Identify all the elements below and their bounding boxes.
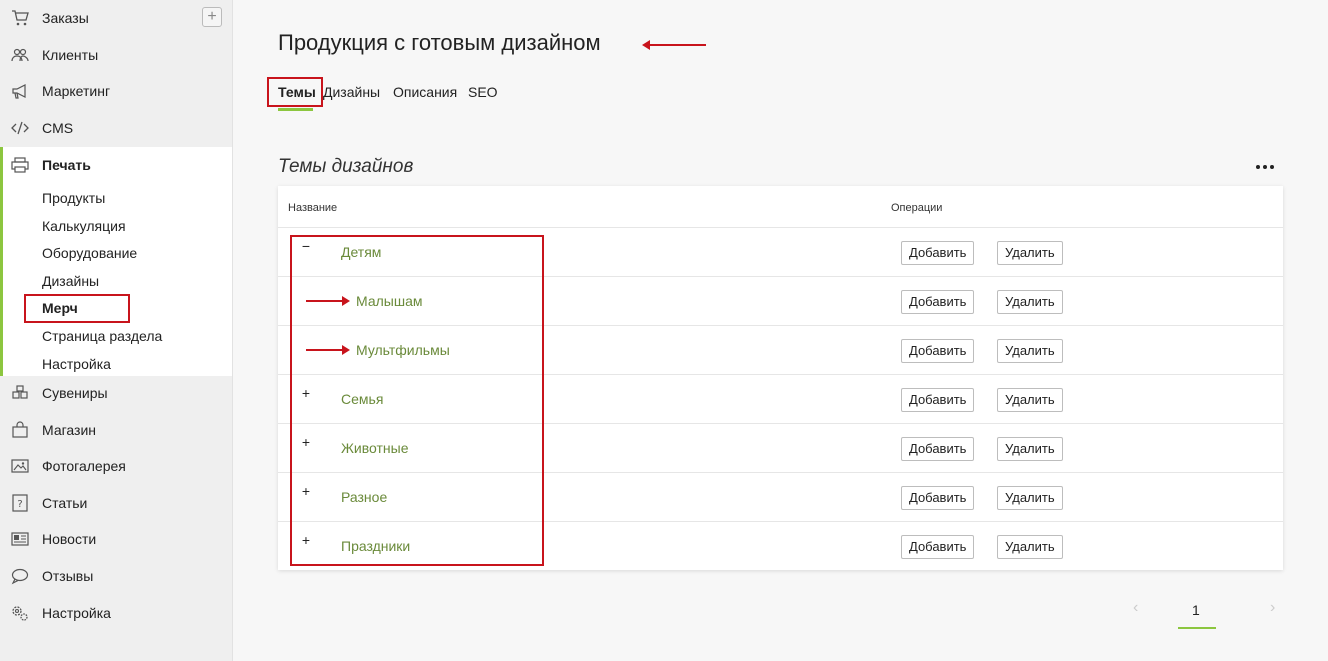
section-title: Темы дизайнов	[278, 156, 414, 177]
table-row: − Детям Добавить Удалить	[278, 227, 1283, 276]
delete-button[interactable]: Удалить	[997, 290, 1063, 314]
row-label[interactable]: Праздники	[341, 538, 410, 554]
sidebar-item-clients[interactable]: Клиенты	[0, 37, 232, 73]
add-button[interactable]: Добавить	[901, 388, 975, 412]
sidebar-item-cms[interactable]: CMS	[0, 110, 232, 146]
add-button[interactable]: Добавить	[901, 535, 975, 559]
sidebar-item-label: Настройка	[42, 605, 111, 621]
page-title: Продукция с готовым дизайном	[278, 30, 601, 55]
tab-descriptions[interactable]: Описания	[393, 84, 457, 100]
expand-icon[interactable]: +	[300, 484, 312, 498]
users-icon	[9, 46, 31, 64]
add-button[interactable]: Добавить	[901, 486, 975, 510]
add-button[interactable]: Добавить	[901, 339, 975, 363]
row-label[interactable]: Детям	[341, 244, 381, 260]
expand-icon[interactable]: +	[300, 386, 312, 400]
sidebar-item-photogallery[interactable]: Фотогалерея	[0, 448, 232, 484]
chat-icon	[9, 567, 31, 585]
sidebar-item-label: Отзывы	[42, 568, 94, 584]
sidebar-subitem-calculation[interactable]: Калькуляция	[42, 216, 126, 236]
delete-button[interactable]: Удалить	[997, 486, 1063, 510]
themes-table: Название Операции − Детям Добавить Удали…	[278, 186, 1283, 570]
sidebar-item-label: Заказы	[42, 10, 89, 26]
sidebar-item-orders[interactable]: Заказы	[0, 0, 232, 36]
sidebar-item-label: Новости	[42, 531, 97, 547]
sidebar-subitem-products[interactable]: Продукты	[42, 188, 105, 208]
sidebar-item-print[interactable]: Печать	[0, 147, 232, 183]
table-row: + Животные Добавить Удалить	[278, 423, 1283, 472]
row-label[interactable]: Семья	[341, 391, 383, 407]
photo-icon	[9, 457, 31, 475]
sidebar-subitem-designs[interactable]: Дизайны	[42, 271, 99, 291]
expand-icon[interactable]: +	[300, 533, 312, 547]
printer-icon	[9, 156, 31, 174]
annotation-arrow	[306, 296, 350, 306]
delete-button[interactable]: Удалить	[997, 437, 1063, 461]
boxes-icon	[9, 384, 31, 402]
sidebar-item-label: Маркетинг	[42, 83, 111, 99]
row-label[interactable]: Малышам	[356, 293, 422, 309]
sidebar-subitem-equipment[interactable]: Оборудование	[42, 243, 137, 263]
sidebar-subitem-merch[interactable]: Мерч	[42, 298, 78, 318]
pager-page-current[interactable]: 1	[1192, 602, 1200, 618]
code-icon	[9, 119, 31, 137]
column-header-name: Название	[288, 202, 338, 214]
more-options-icon[interactable]	[1256, 160, 1274, 174]
annotation-arrow-title	[642, 40, 706, 50]
column-header-operations: Операции	[891, 202, 943, 214]
sidebar-item-souvenirs[interactable]: Сувениры	[0, 375, 232, 411]
sidebar-item-label: Фотогалерея	[42, 458, 126, 474]
row-label[interactable]: Разное	[341, 489, 387, 505]
sidebar-item-label: Клиенты	[42, 47, 99, 63]
row-label[interactable]: Животные	[341, 440, 409, 456]
sidebar-subitem-settings[interactable]: Настройка	[42, 354, 111, 374]
sidebar-section-print: Печать Продукты Калькуляция Оборудование…	[0, 147, 232, 376]
tab-seo[interactable]: SEO	[468, 84, 498, 100]
newspaper-icon	[9, 530, 31, 548]
pager-prev-button[interactable]: ‹	[1133, 599, 1138, 617]
pager-next-button[interactable]: ›	[1270, 599, 1275, 617]
sidebar-item-reviews[interactable]: Отзывы	[0, 558, 232, 594]
svg-text:?: ?	[17, 499, 22, 510]
sidebar-item-label: Печать	[42, 157, 91, 173]
table-row: Мультфильмы Добавить Удалить	[278, 325, 1283, 374]
row-label[interactable]: Мультфильмы	[356, 342, 450, 358]
gears-icon	[9, 604, 31, 622]
sidebar-item-news[interactable]: Новости	[0, 521, 232, 557]
sidebar-item-articles[interactable]: ? Статьи	[0, 485, 232, 521]
add-button[interactable]: Добавить	[901, 290, 975, 314]
delete-button[interactable]: Удалить	[997, 339, 1063, 363]
tab-designs[interactable]: Дизайны	[323, 84, 380, 100]
megaphone-icon	[9, 82, 31, 100]
sidebar-item-label: CMS	[42, 120, 74, 136]
pager-active-indicator	[1178, 627, 1216, 629]
table-row: Малышам Добавить Удалить	[278, 276, 1283, 325]
sidebar-item-settings[interactable]: Настройка	[0, 595, 232, 631]
cart-icon	[9, 9, 31, 27]
shop-bag-icon	[9, 421, 31, 439]
delete-button[interactable]: Удалить	[997, 388, 1063, 412]
tab-themes[interactable]: Темы	[278, 84, 316, 100]
table-row: + Разное Добавить Удалить	[278, 472, 1283, 521]
add-button[interactable]: Добавить	[901, 241, 975, 265]
sidebar-item-label: Статьи	[42, 495, 88, 511]
delete-button[interactable]: Удалить	[997, 535, 1063, 559]
sidebar-item-marketing[interactable]: Маркетинг	[0, 73, 232, 109]
annotation-arrow	[306, 345, 350, 355]
active-tab-indicator	[278, 108, 313, 111]
sidebar-subitem-section-page[interactable]: Страница раздела	[42, 326, 162, 346]
sidebar: + Заказы Клиенты Маркетинг CMS Печать Пр…	[0, 0, 233, 661]
table-row: + Праздники Добавить Удалить	[278, 521, 1283, 570]
table-row: + Семья Добавить Удалить	[278, 374, 1283, 423]
question-doc-icon: ?	[9, 494, 31, 512]
sidebar-item-shop[interactable]: Магазин	[0, 412, 232, 448]
sidebar-item-label: Сувениры	[42, 385, 108, 401]
add-button[interactable]: Добавить	[901, 437, 975, 461]
expand-icon[interactable]: +	[300, 435, 312, 449]
collapse-icon[interactable]: −	[300, 239, 312, 253]
sidebar-item-label: Магазин	[42, 422, 97, 438]
delete-button[interactable]: Удалить	[997, 241, 1063, 265]
